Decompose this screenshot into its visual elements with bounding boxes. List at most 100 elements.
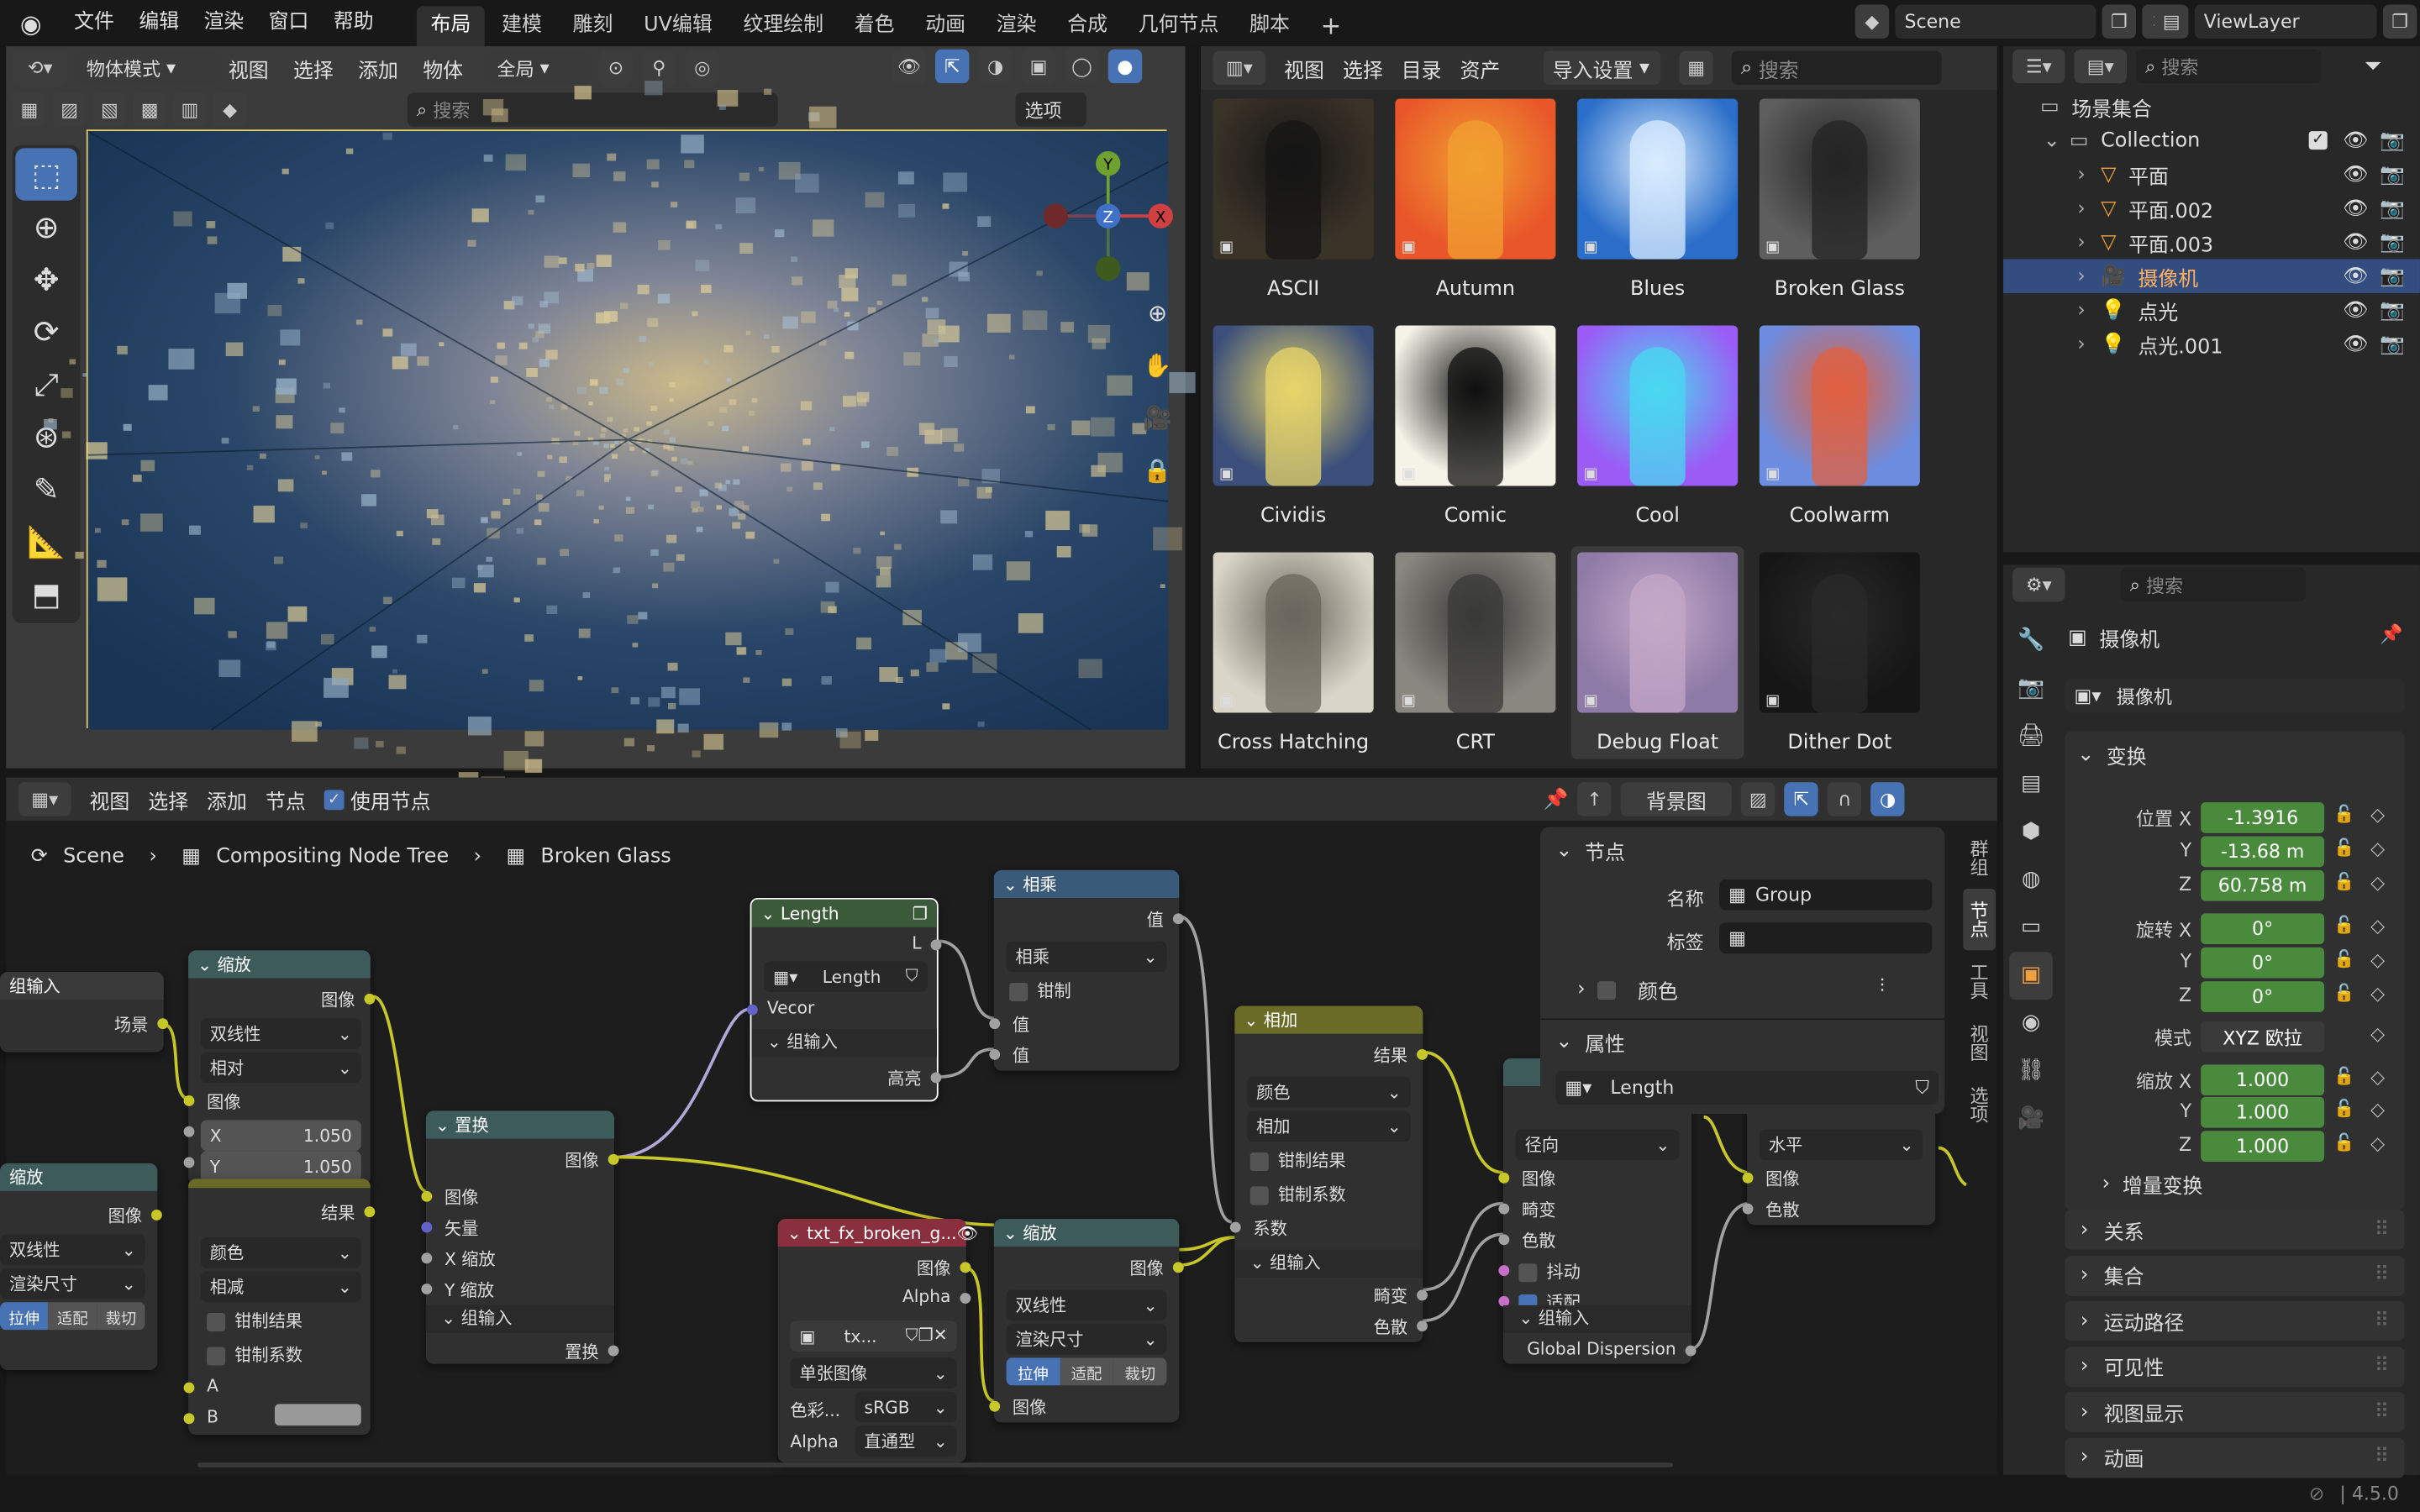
tab-uv-editing[interactable]: UV编辑	[630, 6, 727, 46]
node-name-field[interactable]: ▦ Group	[1719, 879, 1933, 911]
move-tool-icon[interactable]: ✥	[15, 253, 76, 305]
multiply-node[interactable]: ⌄ 相乘 值 相乘 ⌄ 钳制 值 值	[989, 869, 1184, 1071]
input-socket[interactable]	[1498, 1172, 1510, 1184]
object-type-icon[interactable]: ◆	[213, 92, 247, 127]
tab-geometry-nodes[interactable]: 几何节点	[1124, 6, 1233, 46]
keyframe-icon[interactable]: ◇	[2370, 872, 2385, 894]
drag-handle-icon[interactable]: ⠿	[2375, 1263, 2390, 1287]
clamp-factor-checkbox[interactable]: 钳制系数	[207, 1342, 302, 1367]
tab-rendering[interactable]: 渲染	[982, 6, 1050, 46]
lock-icon[interactable]: 🔓	[2333, 1132, 2354, 1152]
input-socket[interactable]	[421, 1252, 433, 1264]
select-subtract-icon[interactable]: ▧	[92, 92, 127, 127]
transform-header[interactable]: ⌄ 变换	[2077, 741, 2147, 769]
render-camera-icon[interactable]: 📷	[2380, 333, 2405, 356]
lock-icon[interactable]: 🔓	[2333, 915, 2354, 935]
navigation-gizmo[interactable]: Y X Z	[1043, 145, 1188, 284]
expand-arrow-icon[interactable]: ›	[2077, 265, 2086, 288]
group-input-panel-label[interactable]: 组输入	[1270, 1252, 1321, 1273]
render-camera-icon[interactable]: 📷	[2380, 197, 2405, 220]
output-socket[interactable]	[930, 1072, 942, 1084]
output-socket[interactable]	[150, 1209, 162, 1221]
output-socket[interactable]	[1417, 1320, 1428, 1332]
exclude-checkbox[interactable]: ✓	[2308, 131, 2328, 150]
tab-options[interactable]: 选项	[1963, 1074, 1996, 1135]
clamp-result-checkbox[interactable]: 钳制结果	[207, 1309, 302, 1333]
import-settings-dropdown[interactable]: 导入设置 ▾	[1543, 50, 1661, 86]
output-socket[interactable]	[608, 1153, 619, 1165]
tab-modeling[interactable]: 建模	[488, 6, 556, 46]
input-socket[interactable]	[421, 1190, 433, 1202]
cursor-tool-icon[interactable]: ⊕	[15, 201, 76, 253]
asset-item[interactable]: ▣ Cool	[1571, 319, 1744, 532]
select-invert-icon[interactable]: ▩	[132, 92, 167, 127]
object-tab-icon[interactable]: ▣	[2009, 952, 2053, 1000]
blend-mode-dropdown[interactable]: 相加 ⌄	[1247, 1110, 1411, 1142]
asset-item[interactable]: ▣ Blues	[1571, 92, 1744, 305]
overlay-icon[interactable]: ◑	[978, 49, 1013, 84]
constraints-tab-icon[interactable]: ⛓	[2009, 1047, 2052, 1095]
drag-handle-icon[interactable]: ⠿	[2375, 1400, 2390, 1424]
location-y-field[interactable]: -13.68 m	[2201, 836, 2325, 868]
output-socket[interactable]	[1172, 1262, 1184, 1273]
display-mode-icon[interactable]: ▦	[1679, 50, 1713, 86]
tab-texture-paint[interactable]: 纹理绘制	[729, 6, 838, 46]
color-space-dropdown[interactable]: sRGB ⌄	[855, 1391, 957, 1423]
tab-layout[interactable]: 布局	[417, 6, 485, 47]
tab-sculpting[interactable]: 雕刻	[559, 6, 627, 46]
stretch-option[interactable]: 拉伸	[1006, 1357, 1060, 1386]
3d-viewport[interactable]: ⟲▾ 物体模式 ▾ 视图 选择 添加 物体 全局 ▾ ⊙ ⚲ ◎ 👁 ⇱ ◑ ▣…	[6, 46, 1213, 802]
camera-data-tab-icon[interactable]: 🎥	[2009, 1095, 2052, 1143]
expand-arrow-icon[interactable]: ›	[2077, 333, 2086, 356]
viewport-menu-select[interactable]: 选择	[293, 53, 334, 83]
drag-handle-icon[interactable]: ⠿	[2375, 1309, 2390, 1332]
output-socket[interactable]	[1685, 1345, 1697, 1357]
source-dropdown[interactable]: 单张图像 ⌄	[790, 1357, 957, 1389]
clamp-checkbox[interactable]: 钳制	[1009, 978, 1071, 1002]
solid-shading-icon[interactable]: ●	[1107, 49, 1143, 84]
keyframe-icon[interactable]: ◇	[2370, 1132, 2385, 1154]
tab-group[interactable]: 群组	[1963, 827, 1996, 888]
input-socket[interactable]	[183, 1095, 195, 1106]
drag-handle-icon[interactable]: ⠿	[2375, 1446, 2390, 1469]
scale-node-1[interactable]: ⌄ 缩放 图像 双线性 ⌄ 相对 ⌄ 图像 X 1.050 Y 1.050	[183, 950, 376, 1185]
annotate-tool-icon[interactable]: ✎	[15, 463, 76, 515]
keyframe-icon[interactable]: ◇	[2370, 804, 2385, 826]
mode-dropdown[interactable]: 水平 ⌄	[1759, 1129, 1923, 1161]
render-camera-icon[interactable]: 📷	[2380, 298, 2405, 322]
location-z-field[interactable]: 60.758 m	[2201, 869, 2325, 901]
outliner-editor-type-icon[interactable]: ☰▾	[2012, 49, 2065, 84]
properties-editor-type-icon[interactable]: ⚙▾	[2012, 567, 2065, 602]
new-view-layer-icon[interactable]: ❐	[2382, 4, 2417, 39]
pin-icon[interactable]: 📌	[2380, 623, 2402, 645]
space-dropdown[interactable]: 渲染尺寸 ⌄	[1006, 1323, 1167, 1355]
menu-edit[interactable]: 编辑	[127, 0, 192, 46]
output-socket[interactable]	[608, 1345, 619, 1357]
properties-section-header[interactable]: › 视图显示 ⠿	[2065, 1391, 2405, 1432]
asset-menu-select[interactable]: 选择	[1343, 53, 1383, 83]
blend-mode-dropdown[interactable]: 相减 ⌄	[200, 1271, 361, 1303]
tab-node[interactable]: 节点	[1963, 888, 1996, 951]
rotate-tool-icon[interactable]: ⟳	[15, 306, 76, 358]
keyframe-icon[interactable]: ◇	[2370, 915, 2385, 937]
space-dropdown[interactable]: 相对 ⌄	[200, 1052, 361, 1084]
tab-view[interactable]: 视图	[1963, 1012, 1996, 1074]
proportional-icon[interactable]: ◎	[685, 50, 720, 86]
output-socket[interactable]	[960, 1262, 971, 1273]
node-label-field[interactable]: ▦	[1719, 922, 1933, 954]
output-socket[interactable]	[960, 1293, 971, 1305]
color-swatch[interactable]	[274, 1404, 361, 1426]
asset-item[interactable]: ▣ CRT	[1389, 546, 1562, 759]
input-socket[interactable]	[183, 1157, 195, 1168]
rotation-y-field[interactable]: 0°	[2201, 947, 2325, 979]
scene-selector[interactable]: Scene	[1895, 4, 2096, 39]
output-socket[interactable]	[1172, 913, 1184, 925]
camera-view-icon[interactable]: 🎥	[1139, 392, 1176, 444]
input-socket[interactable]	[421, 1284, 433, 1294]
options-dropdown[interactable]: 选项	[1015, 92, 1087, 127]
fake-user-icon[interactable]: ⛉	[1915, 1076, 1929, 1100]
keyframe-icon[interactable]: ◇	[2370, 1023, 2385, 1045]
display-mode-icon[interactable]: ▤▾	[2074, 49, 2127, 84]
input-socket[interactable]	[1229, 1221, 1241, 1233]
properties-section-header[interactable]: › 关系 ⠿	[2065, 1209, 2405, 1250]
